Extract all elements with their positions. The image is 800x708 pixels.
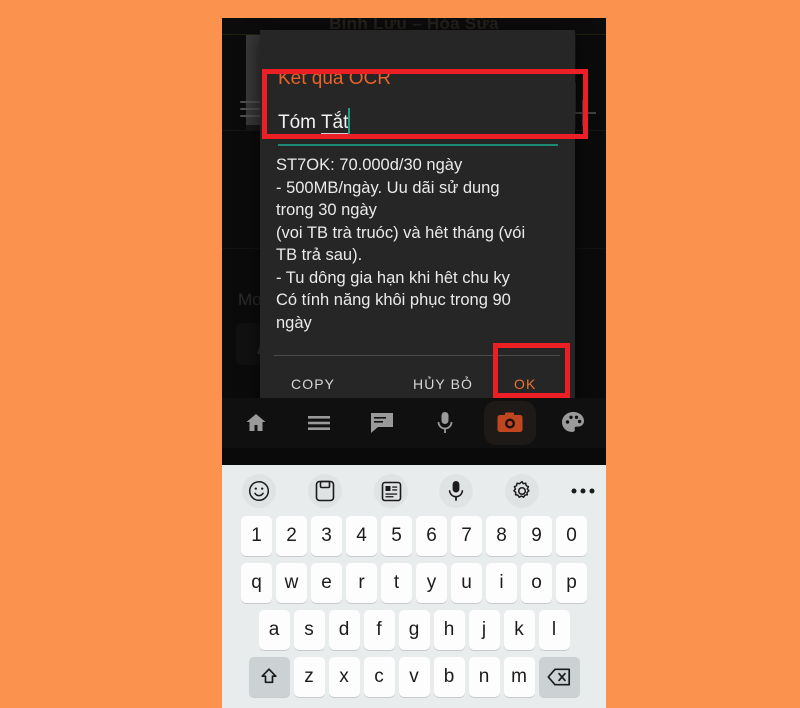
keyboard-row-numbers: 1234567890 [222,516,606,563]
key-8[interactable]: 8 [486,516,517,556]
keyboard-top-bar [222,448,606,465]
camera-icon[interactable] [497,412,523,438]
key-r[interactable]: r [346,563,377,603]
screenshot-root: Bình Lưu – Hóa Sửa Mo ➝ nore back Kết qu… [0,0,800,708]
phone-screen: Bình Lưu – Hóa Sửa Mo ➝ nore back Kết qu… [222,18,606,708]
key-y[interactable]: y [416,563,447,603]
key-z[interactable]: z [293,657,325,697]
key-p[interactable]: p [556,563,587,603]
keyboard-row-home: asdfghjkl [222,610,606,657]
keyboard-toolbar [222,465,606,516]
key-a[interactable]: a [258,610,290,650]
key-o[interactable]: o [521,563,552,603]
app-background: Bình Lưu – Hóa Sửa Mo ➝ nore back Kết qu… [222,18,606,448]
key-s[interactable]: s [293,610,325,650]
key-1[interactable]: 1 [241,516,272,556]
summary-input-misspelled: Tắt [320,112,349,134]
keyboard-rows: 1234567890 qwertyuiop asdfghjkl zxcvbnm [222,516,606,704]
dialog-separator [274,355,560,356]
bottom-toolbar [222,398,606,448]
key-3[interactable]: 3 [311,516,342,556]
key-5[interactable]: 5 [381,516,412,556]
key-m[interactable]: m [503,657,535,697]
emoji-icon[interactable] [242,474,276,508]
summary-input-prefix: Tóm [278,112,321,133]
on-screen-keyboard: 1234567890 qwertyuiop asdfghjkl zxcvbnm [222,448,606,708]
key-n[interactable]: n [468,657,500,697]
copy-button[interactable]: COPY [285,372,341,396]
shift-key[interactable] [248,657,290,697]
key-k[interactable]: k [503,610,535,650]
backspace-key[interactable] [538,657,580,697]
microphone-icon[interactable] [435,411,455,440]
key-0[interactable]: 0 [556,516,587,556]
key-e[interactable]: e [311,563,342,603]
microphone-icon[interactable] [439,474,473,508]
key-h[interactable]: h [433,610,465,650]
ok-button[interactable]: OK [508,372,542,396]
key-t[interactable]: t [381,563,412,603]
ocr-result-dialog: Kết quả OCR Tóm Tắt ST7OK: 70.000d/30 ng… [260,30,575,405]
key-f[interactable]: f [363,610,395,650]
key-4[interactable]: 4 [346,516,377,556]
key-g[interactable]: g [398,610,430,650]
text-caret [348,108,350,134]
more-options-icon[interactable] [566,474,600,508]
summary-input-wrapper[interactable]: Tóm Tắt [278,102,558,146]
key-c[interactable]: c [363,657,395,697]
clipboard-icon[interactable] [308,474,342,508]
input-underline [278,144,558,146]
ocr-body-text: ST7OK: 70.000d/30 ngày - 500MB/ngày. Uu … [276,156,526,332]
keyboard-row-top: qwertyuiop [222,563,606,610]
key-j[interactable]: j [468,610,500,650]
key-7[interactable]: 7 [451,516,482,556]
sticker-icon[interactable] [374,474,408,508]
key-l[interactable]: l [538,610,570,650]
key-v[interactable]: v [398,657,430,697]
list-icon[interactable] [307,413,331,438]
key-q[interactable]: q [241,563,272,603]
chat-icon[interactable] [370,412,394,439]
summary-input-text: Tóm Tắt [278,112,349,134]
key-u[interactable]: u [451,563,482,603]
key-b[interactable]: b [433,657,465,697]
dialog-title: Kết quả OCR [278,68,391,89]
key-i[interactable]: i [486,563,517,603]
key-2[interactable]: 2 [276,516,307,556]
palette-icon[interactable] [561,411,585,439]
key-9[interactable]: 9 [521,516,552,556]
keyboard-row-bottom: zxcvbnm [222,657,606,704]
key-d[interactable]: d [328,610,360,650]
key-w[interactable]: w [276,563,307,603]
settings-gear-icon[interactable] [505,474,539,508]
home-icon[interactable] [244,411,268,440]
key-6[interactable]: 6 [416,516,447,556]
cancel-button[interactable]: HỦY BỎ [407,372,479,396]
key-x[interactable]: x [328,657,360,697]
